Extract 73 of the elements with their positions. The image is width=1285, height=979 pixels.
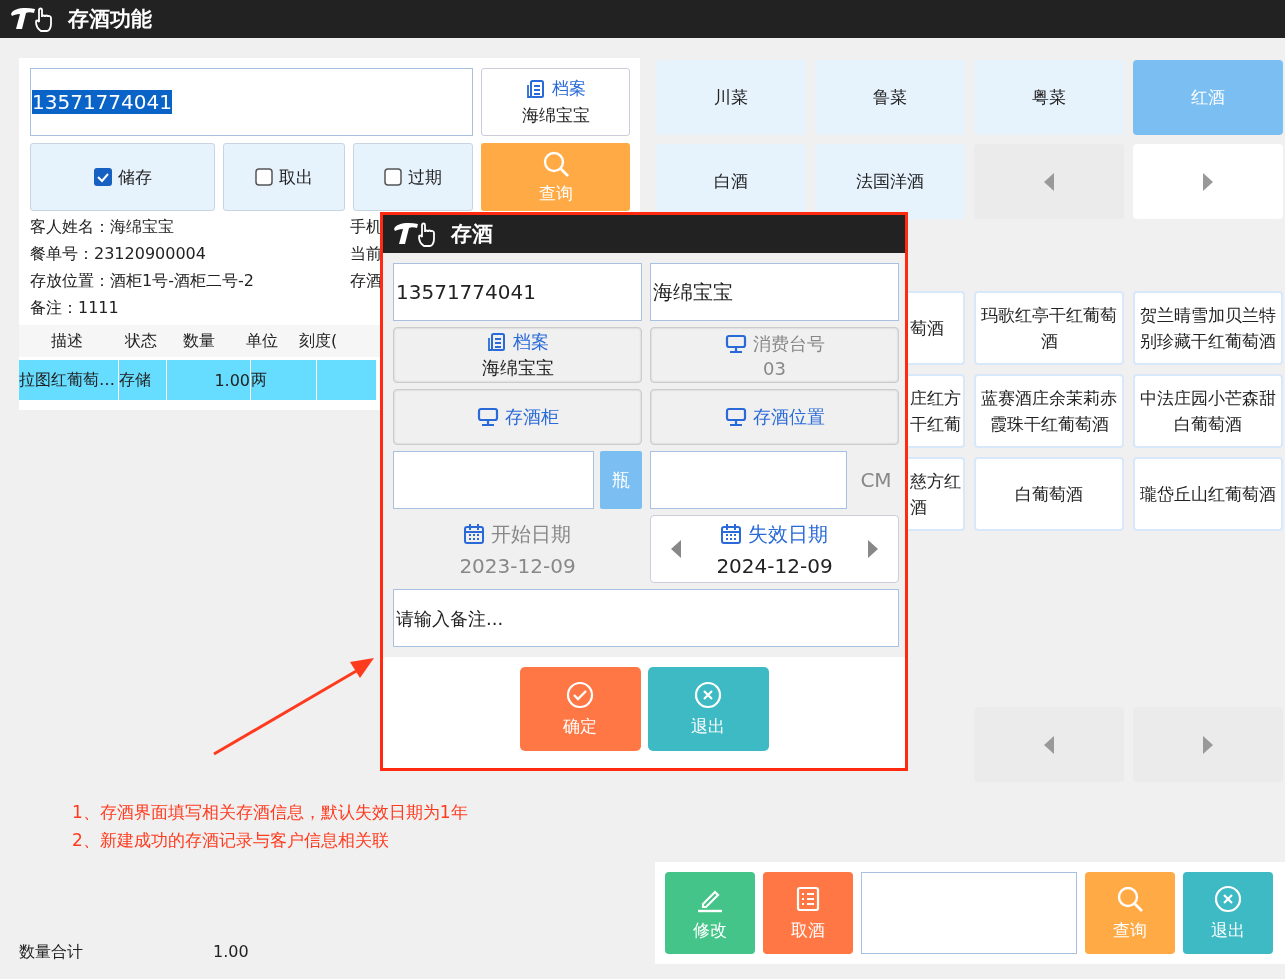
category-button[interactable]: 粤菜 (974, 60, 1124, 135)
annotation-note: 1、存酒界面填写相关存酒信息，默认失效日期为1年 (72, 801, 469, 824)
right-arrow-icon (866, 539, 880, 559)
date-picker[interactable]: 失效日期 2024-12-09 (650, 515, 899, 583)
position-button[interactable]: 存酒位置 (650, 389, 899, 445)
wine-button[interactable]: 白葡萄酒 (974, 457, 1124, 531)
check-circle-icon (566, 680, 594, 709)
table-cell: 两 (251, 360, 317, 400)
date-display: 开始日期 2023-12-09 (458, 520, 577, 580)
right-arrow-icon (1201, 734, 1215, 755)
right-arrow-icon (1201, 171, 1215, 192)
filter-checkbox[interactable]: 过期 (353, 143, 473, 211)
info-label: 存酒 (350, 271, 383, 292)
search-field[interactable] (861, 872, 1077, 954)
category-button[interactable]: 鲁菜 (815, 60, 965, 135)
window-title: 存酒功能 (68, 6, 152, 33)
left-arrow-icon (1042, 171, 1056, 192)
name-field[interactable]: 海绵宝宝 (650, 263, 899, 321)
column-header: 单位 (245, 330, 279, 352)
next-page-button[interactable] (1133, 707, 1283, 782)
previous-page-button[interactable] (974, 707, 1124, 782)
list-icon (794, 884, 822, 913)
table-cell: 1.00 (167, 360, 251, 400)
calendar-icon (720, 523, 743, 545)
table-cell: 存储 (119, 360, 167, 400)
wine-button[interactable]: 贺兰晴雪加贝兰特别珍藏干红葡萄酒 (1133, 291, 1283, 365)
info-text: 客人姓名：海绵宝宝 (30, 217, 175, 238)
note-field[interactable]: 请输入备注... (393, 589, 899, 647)
info-text: 存放位置：酒柜1号-酒柜二号-2 (30, 271, 255, 292)
monitor-icon (476, 407, 499, 427)
column-header: 状态 (124, 330, 158, 352)
quantity-field[interactable] (393, 451, 594, 509)
archive-button[interactable]: 档案 海绵宝宝 (393, 327, 642, 383)
left-arrow-icon (669, 539, 683, 559)
document-icon (486, 332, 507, 352)
monitor-icon (724, 333, 747, 354)
archive-button[interactable]: 档案 海绵宝宝 (481, 68, 630, 136)
filter-checkbox[interactable]: 取出 (223, 143, 345, 211)
document-icon (525, 78, 546, 99)
wine-button[interactable]: 蓝赛酒庄余茉莉赤霞珠干红葡萄酒 (974, 374, 1124, 448)
unit-label: CM (859, 467, 893, 494)
phone-field[interactable]: 13571774041 (393, 263, 642, 321)
dialog-title: 存酒 (451, 221, 493, 248)
monitor-icon (724, 407, 747, 427)
info-text: 餐单号：23120900004 (30, 244, 207, 265)
left-arrow-icon (1042, 734, 1056, 755)
total-value: 1.00 (213, 942, 249, 963)
column-header: 描述 (50, 330, 84, 352)
info-label: 手机 (350, 217, 383, 238)
next-page-button[interactable] (1133, 144, 1283, 219)
wine-button[interactable]: 中法庄园小芒森甜白葡萄酒 (1133, 374, 1283, 448)
total-label: 数量合计 (19, 942, 83, 963)
info-label: 当前 (350, 244, 383, 265)
wine-button[interactable]: 玛歌红亭干红葡萄酒 (974, 291, 1124, 365)
wine-button[interactable]: 瓏岱丘山红葡萄酒 (1133, 457, 1283, 531)
search-icon (1116, 884, 1144, 913)
calendar-icon (463, 523, 486, 545)
search-icon (541, 149, 570, 178)
column-header: 刻度( (297, 330, 339, 352)
previous-page-button[interactable] (974, 144, 1124, 219)
category-button[interactable]: 川菜 (656, 60, 806, 135)
table-cell: 拉图红葡萄… (19, 360, 119, 400)
cabinet-button[interactable]: 存酒柜 (393, 389, 642, 445)
filter-checkbox[interactable]: 储存 (30, 143, 215, 211)
table-cell (317, 360, 377, 400)
column-header: 数量 (182, 330, 216, 352)
category-button[interactable]: 法国洋酒 (815, 144, 965, 219)
search-field[interactable]: 13571774041 (30, 68, 473, 136)
annotation-note: 2、新建成功的存酒记录与客户信息相关联 (72, 829, 390, 852)
info-text: 备注：1111 (30, 298, 120, 319)
length-field[interactable] (650, 451, 847, 509)
close-icon (1214, 884, 1242, 913)
close-icon (694, 680, 722, 709)
